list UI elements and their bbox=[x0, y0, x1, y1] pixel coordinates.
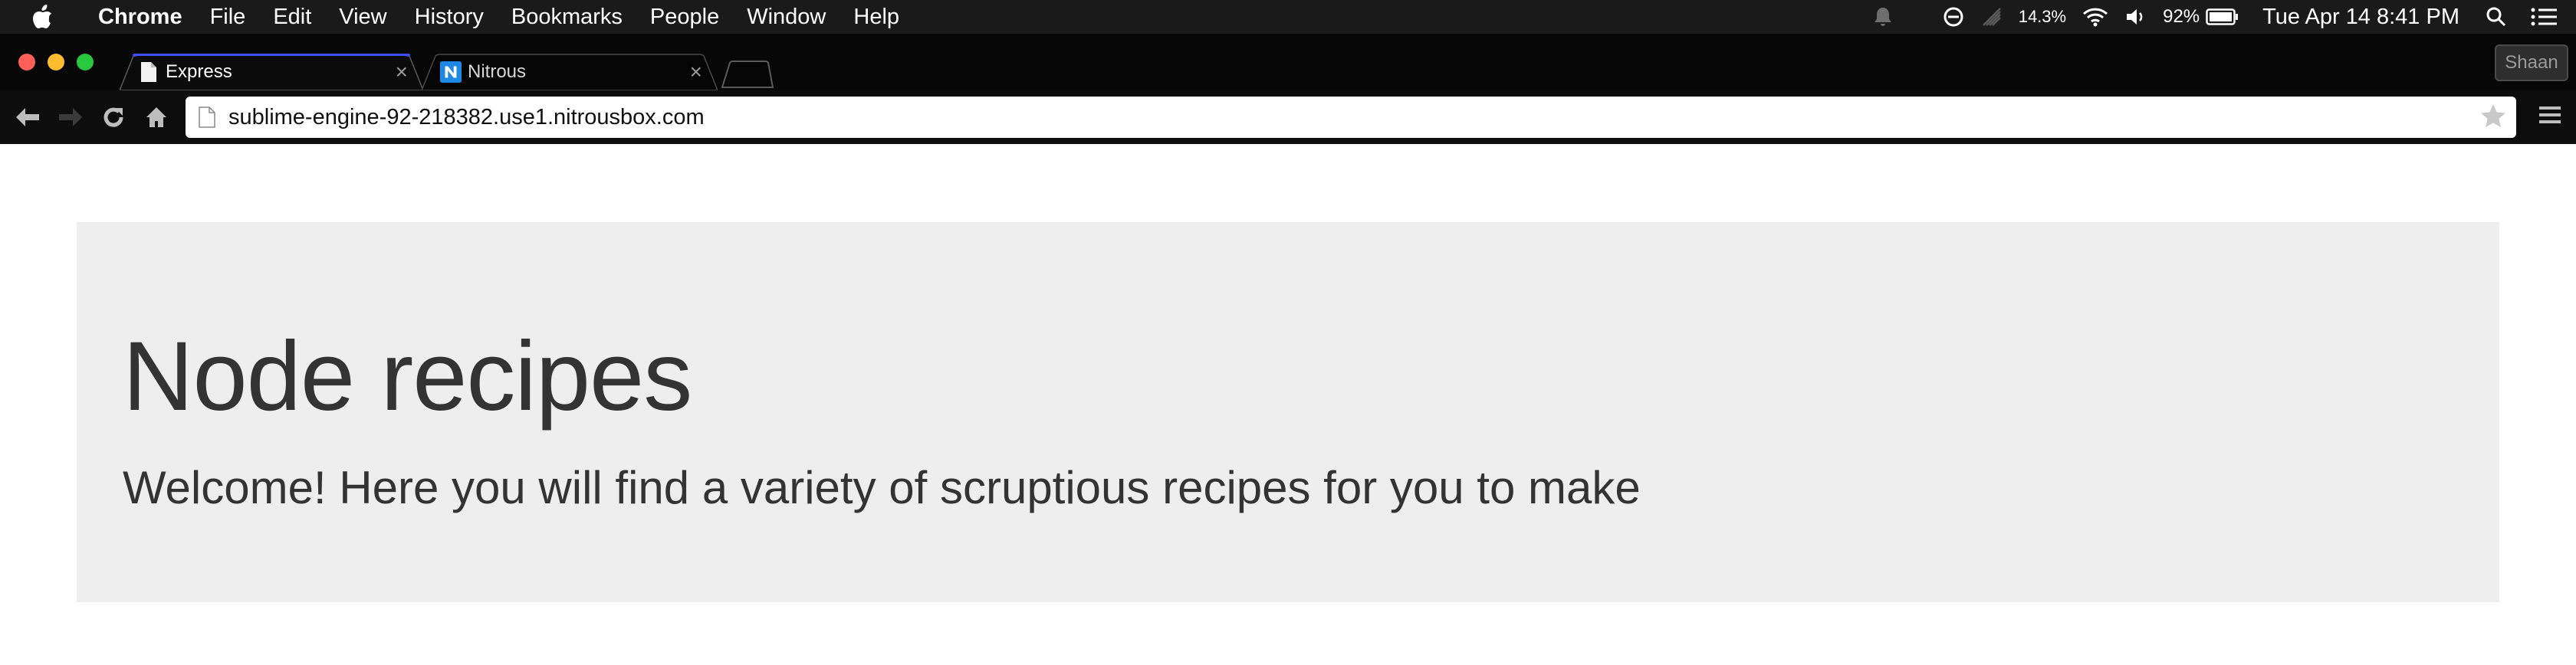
close-tab-icon[interactable]: × bbox=[690, 60, 702, 84]
notification-bell-icon[interactable] bbox=[1873, 6, 1893, 28]
page-title: Node recipes bbox=[123, 322, 692, 431]
menu-file[interactable]: File bbox=[196, 5, 260, 30]
bookmark-star-icon[interactable] bbox=[2479, 103, 2507, 133]
profile-button[interactable]: Shaan bbox=[2495, 44, 2568, 81]
reload-button[interactable] bbox=[92, 96, 135, 139]
menu-history[interactable]: History bbox=[401, 5, 498, 30]
address-bar[interactable]: sublime-engine-92-218382.use1.nitrousbox… bbox=[186, 97, 2516, 138]
window-controls bbox=[18, 54, 106, 70]
clock-text[interactable]: Tue Apr 14 8:41 PM bbox=[2262, 5, 2459, 30]
notification-center-icon[interactable] bbox=[2530, 6, 2558, 28]
reload-icon bbox=[104, 107, 123, 127]
menu-window[interactable]: Window bbox=[733, 5, 840, 30]
forward-button[interactable] bbox=[49, 96, 92, 139]
menu-bookmarks[interactable]: Bookmarks bbox=[498, 5, 636, 30]
browser-tab-strip: Express × Nitrous × Shaan bbox=[0, 34, 2576, 90]
back-arrow-icon bbox=[16, 108, 39, 126]
apple-icon bbox=[33, 5, 51, 28]
page-lead-text: Welcome! Here you will find a variety of… bbox=[123, 462, 1641, 513]
hamburger-menu-icon bbox=[2539, 106, 2561, 123]
menu-help[interactable]: Help bbox=[840, 5, 913, 30]
battery-icon[interactable] bbox=[2206, 8, 2239, 26]
menubar-status-area: 14.3% 92% Tue Apr 14 8:41 PM bbox=[1858, 0, 2576, 34]
page-icon bbox=[138, 61, 159, 84]
tab-nitrous[interactable]: Nitrous × bbox=[422, 54, 718, 90]
macos-menu-bar: Chrome File Edit View History Bookmarks … bbox=[0, 0, 2576, 34]
menu-people[interactable]: People bbox=[636, 5, 733, 30]
back-button[interactable] bbox=[6, 96, 49, 139]
tab-title-express: Express bbox=[166, 61, 232, 82]
close-window-button[interactable] bbox=[18, 54, 35, 70]
menu-view[interactable]: View bbox=[325, 5, 400, 30]
page-viewport: Node recipes Welcome! Here you will find… bbox=[0, 144, 2576, 665]
nitrous-logo-icon bbox=[440, 61, 462, 84]
jumbotron: Node recipes Welcome! Here you will find… bbox=[77, 222, 2499, 602]
browser-toolbar: sublime-engine-92-218382.use1.nitrousbox… bbox=[0, 90, 2576, 144]
wifi-icon[interactable] bbox=[2082, 6, 2109, 28]
volume-icon[interactable] bbox=[2124, 7, 2147, 27]
tab-title-nitrous: Nitrous bbox=[468, 61, 527, 82]
spotlight-search-icon[interactable] bbox=[2486, 6, 2507, 28]
satellite-dish-icon[interactable] bbox=[1980, 5, 2003, 28]
apple-menu[interactable] bbox=[0, 5, 84, 29]
menu-edit[interactable]: Edit bbox=[259, 5, 325, 30]
url-text[interactable]: sublime-engine-92-218382.use1.nitrousbox… bbox=[228, 105, 2479, 130]
close-tab-icon[interactable]: × bbox=[396, 60, 408, 84]
home-icon bbox=[146, 107, 166, 127]
sync-circle-icon[interactable] bbox=[1942, 5, 1965, 28]
page-info-icon[interactable] bbox=[196, 105, 218, 129]
new-tab-button[interactable] bbox=[721, 60, 774, 89]
cpu-usage-text[interactable]: 14.3% bbox=[2019, 7, 2066, 27]
tab-express[interactable]: Express × bbox=[120, 54, 423, 90]
menu-app-chrome[interactable]: Chrome bbox=[84, 5, 196, 30]
forward-arrow-icon bbox=[59, 108, 82, 126]
chrome-menu-button[interactable] bbox=[2538, 103, 2562, 131]
zoom-window-button[interactable] bbox=[77, 54, 94, 70]
battery-percent-text[interactable]: 92% bbox=[2163, 6, 2200, 28]
minimize-window-button[interactable] bbox=[48, 54, 64, 70]
home-button[interactable] bbox=[135, 96, 178, 139]
